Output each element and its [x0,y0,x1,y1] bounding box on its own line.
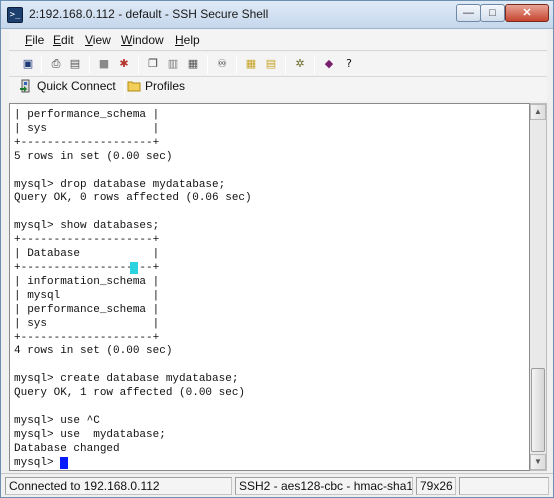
menu-window[interactable]: Window [121,33,164,47]
paste-icon[interactable]: ▥ [165,56,181,72]
toolbar-separator [285,55,286,74]
find-icon[interactable]: ♾ [214,56,230,72]
disconnect-icon[interactable]: ■ [96,56,112,72]
terminal-output[interactable]: | performance_schema | | sys | +--------… [9,103,530,471]
terminal-cursor [60,457,68,469]
minimize-button[interactable]: — [456,4,481,22]
quick-connect-button[interactable]: Quick Connect [19,79,116,99]
save-icon[interactable]: ▣ [20,56,36,72]
selection-highlight [130,262,138,274]
close-button[interactable]: ✕ [505,4,549,22]
terminal-text: | performance_schema | | sys | +--------… [14,109,252,469]
maximize-button[interactable]: □ [480,4,505,22]
terminal-size-status: 79x26 [416,477,456,495]
menu-edit[interactable]: Edit [53,33,74,47]
menu-help[interactable]: Help [175,33,200,47]
status-extra [459,477,549,495]
profiles-button[interactable]: Profiles [127,79,185,99]
toolbar-separator [314,55,315,74]
settings-icon[interactable]: ✱ [116,56,132,72]
toolbar-separator [124,80,125,99]
toolbar-separator [89,55,90,74]
title-bar[interactable]: >_ 2:192.168.0.112 - default - SSH Secur… [1,1,553,29]
connection-status: Connected to 192.168.0.112 [5,477,232,495]
status-bar: Connected to 192.168.0.112 SSH2 - aes128… [1,473,553,497]
quick-connect-icon [19,79,33,93]
scroll-down-arrow-icon[interactable]: ▼ [530,454,546,470]
new-terminal-icon[interactable]: ▤ [263,56,279,72]
print-icon[interactable]: ⎙ [48,56,64,72]
menu-view[interactable]: View [85,33,111,47]
scrollbar-thumb[interactable] [531,368,545,452]
quick-bar: Quick Connect Profiles [9,77,547,101]
toolbar-separator [236,55,237,74]
cipher-status: SSH2 - aes128-cbc - hmac-sha1 - none [235,477,413,495]
folder-icon [127,79,141,93]
vertical-scrollbar[interactable]: ▲ ▼ [530,103,547,471]
toolbar-separator [138,55,139,74]
scroll-up-arrow-icon[interactable]: ▲ [530,104,546,120]
profile-settings-icon[interactable]: ✲ [292,56,308,72]
print-preview-icon[interactable]: ▤ [67,56,83,72]
toolbar: ▣ ⎙ ▤ ■ ✱ ❐ ▥ ▦ ♾ ▦ ▤ ✲ ◆ ? [9,52,547,77]
window-title: 2:192.168.0.112 - default - SSH Secure S… [29,7,269,21]
terminal-app-icon: >_ [7,7,23,23]
paste-clipboard-icon[interactable]: ▦ [185,56,201,72]
copy-icon[interactable]: ❐ [145,56,161,72]
ssh-window: >_ 2:192.168.0.112 - default - SSH Secur… [0,0,554,498]
toolbar-separator [41,55,42,74]
context-help-icon[interactable]: ? [341,56,357,72]
menu-file[interactable]: File [25,33,44,47]
help-book-icon[interactable]: ◆ [321,56,337,72]
menu-bar: File Edit View Window Help [9,30,547,51]
toolbar-separator [207,55,208,74]
new-file-transfer-icon[interactable]: ▦ [243,56,259,72]
